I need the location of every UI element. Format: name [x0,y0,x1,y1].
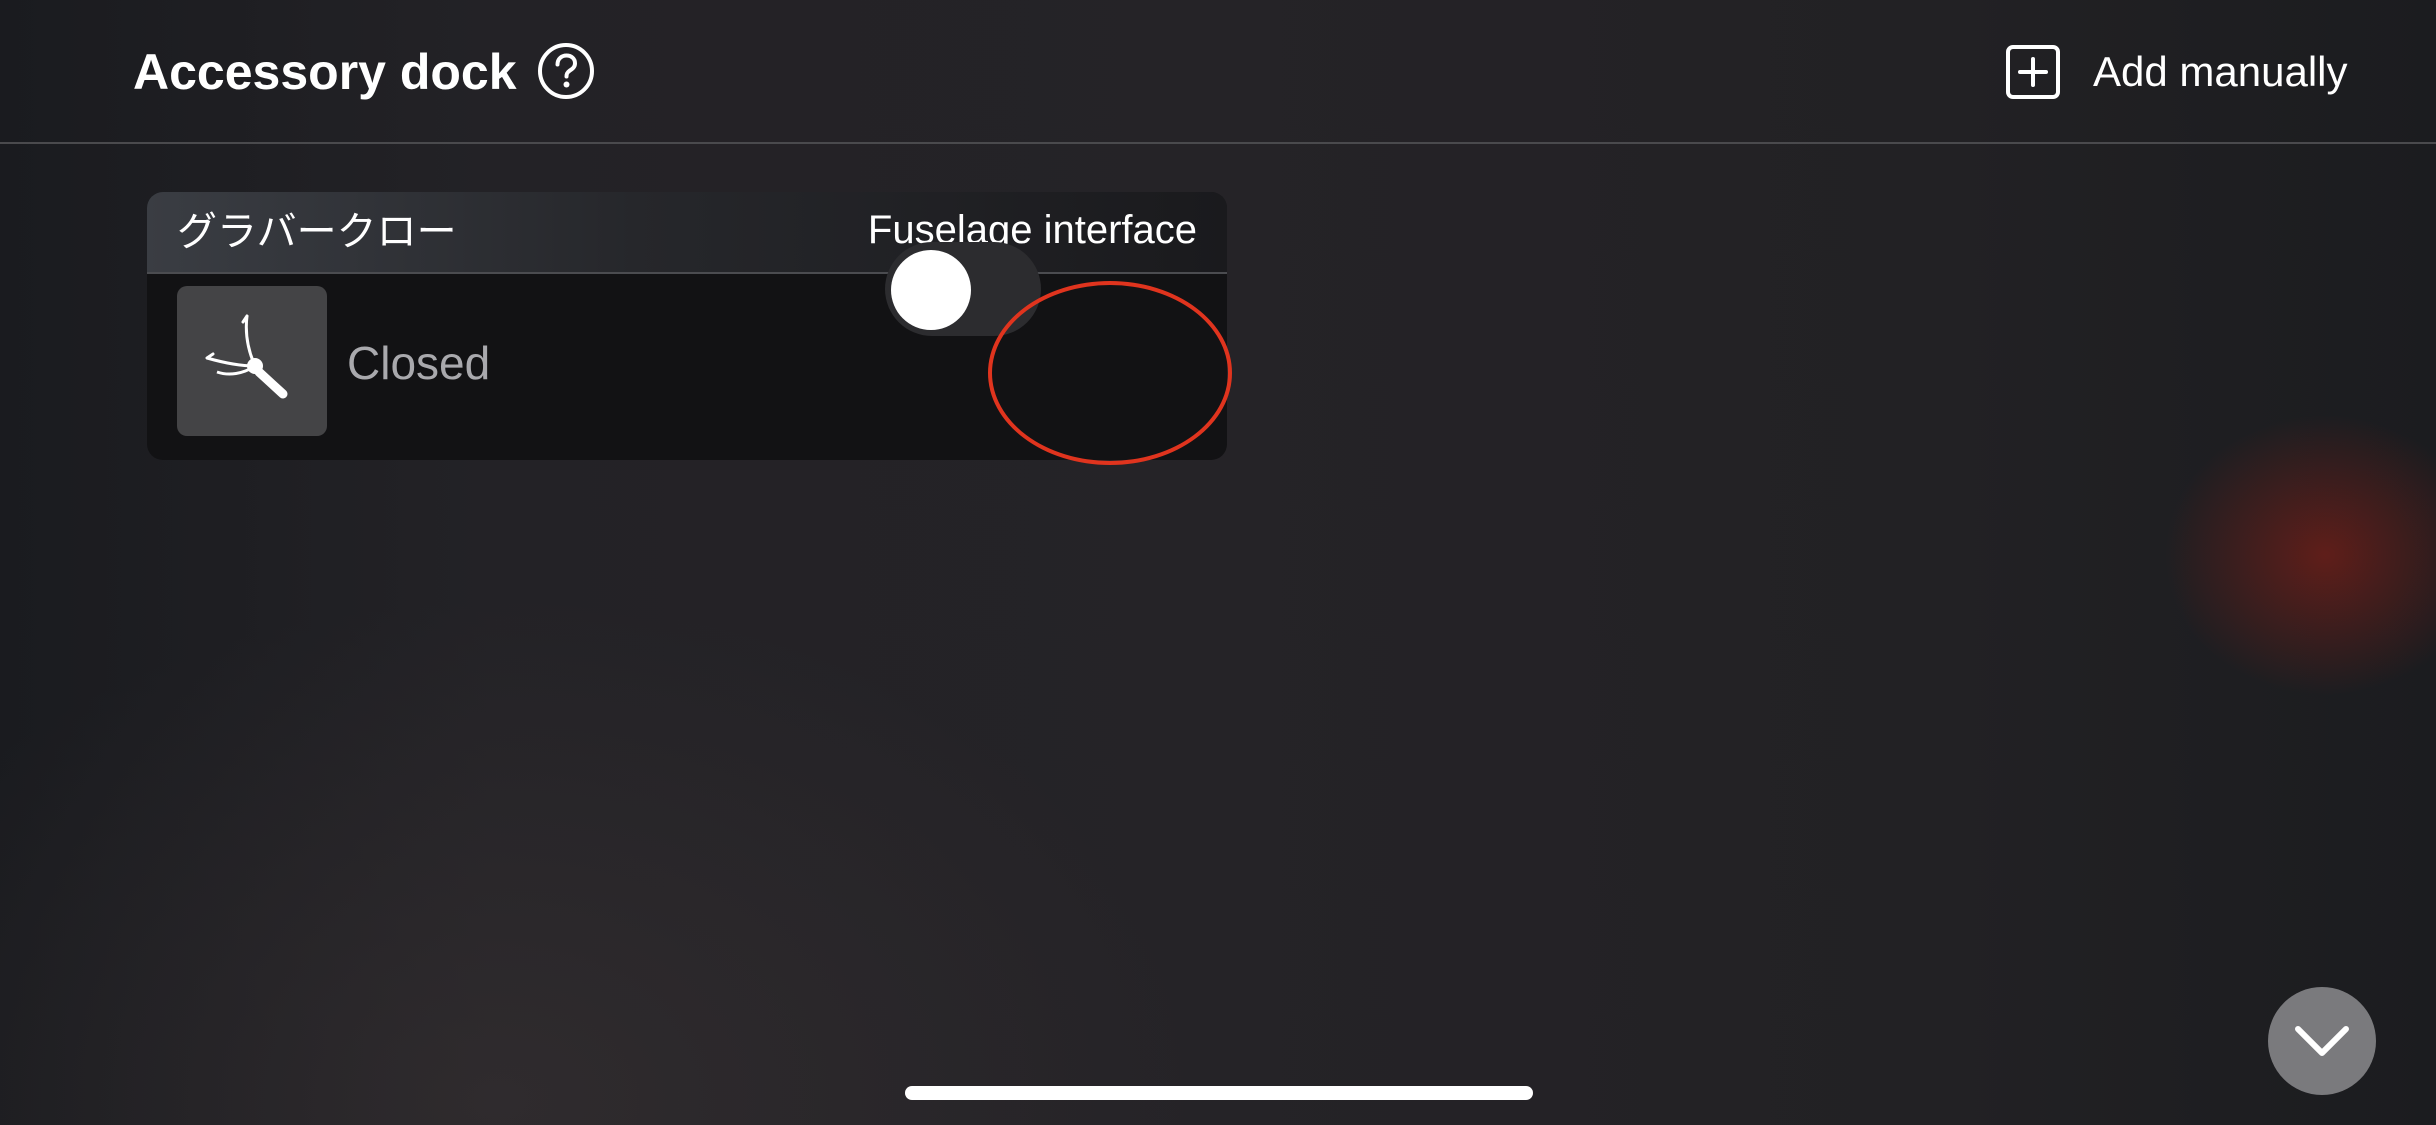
add-manually-button[interactable]: Add manually [2005,42,2347,102]
home-indicator[interactable] [905,1086,1533,1100]
grabber-claw-icon [205,314,288,399]
accessory-card-header: グラバークロー Fuselage interface [147,192,1227,274]
accessory-name: グラバークロー [177,210,457,254]
accessory-toggle[interactable] [885,242,1041,336]
page-title: Accessory dock [133,44,517,100]
collapse-button[interactable] [2268,987,2376,1095]
top-bar: Accessory dock Add manually [0,0,2436,144]
accessory-status: Closed [347,337,491,389]
chevron-down-icon [2295,1026,2349,1056]
toggle-knob [891,250,971,330]
accessory-thumbnail [177,286,327,436]
add-manually-label: Add manually [2093,48,2348,95]
accessory-card: グラバークロー Fuselage interface Closed [147,192,1227,460]
accessory-card-body: Closed [147,274,1227,460]
question-circle-icon[interactable] [537,42,595,100]
plus-square-icon [2006,45,2060,99]
